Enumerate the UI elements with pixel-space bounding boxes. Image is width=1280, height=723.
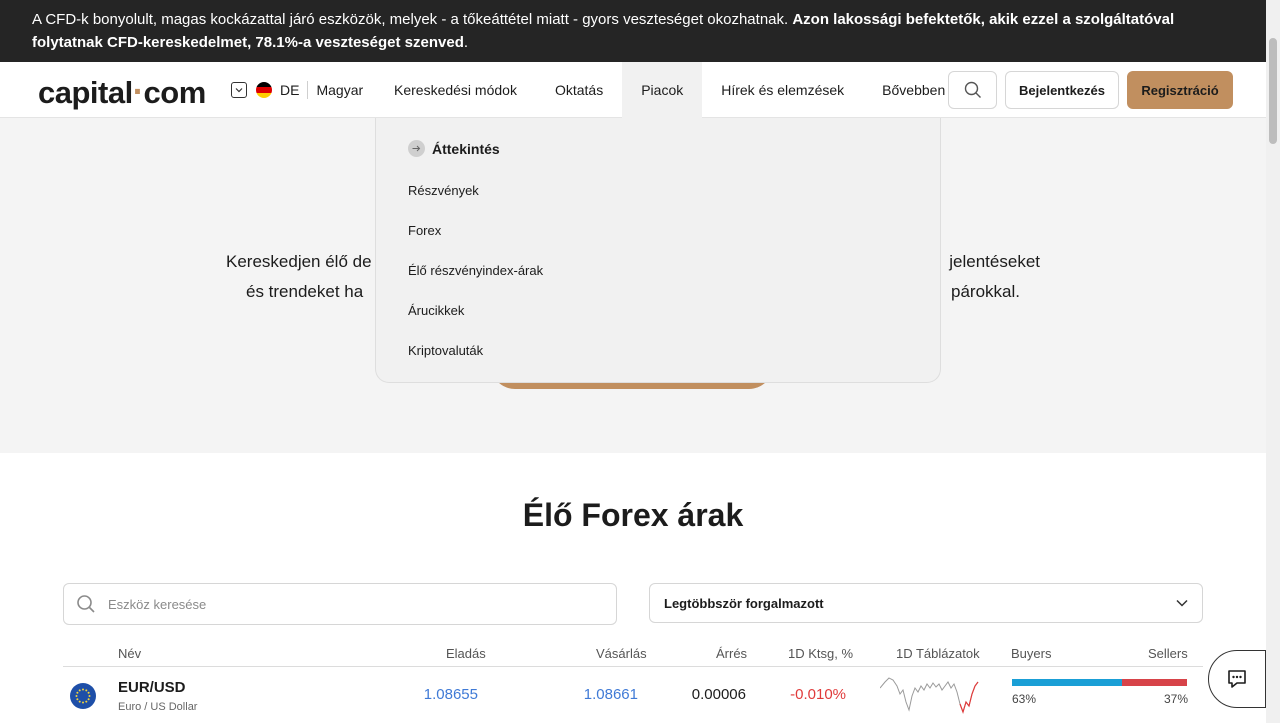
col-header-sellers: Sellers bbox=[1148, 646, 1188, 661]
sell-price[interactable]: 1.08655 bbox=[358, 686, 478, 703]
change-value: -0.010% bbox=[790, 686, 846, 703]
forex-section-title: Élő Forex árak bbox=[522, 497, 744, 533]
col-header-buy: Vásárlás bbox=[596, 646, 647, 661]
nav-news-analysis[interactable]: Hírek és elemzések bbox=[702, 62, 863, 118]
buy-price[interactable]: 1.08661 bbox=[518, 686, 638, 703]
chevron-down-icon bbox=[1176, 599, 1188, 607]
page-scrollbar[interactable] bbox=[1266, 0, 1280, 723]
header-search-button[interactable] bbox=[948, 71, 997, 109]
capital-logo[interactable]: capital·com bbox=[38, 73, 206, 112]
germany-flag-icon bbox=[256, 82, 272, 98]
language-code: DE bbox=[280, 82, 300, 98]
dropdown-item-commodities[interactable]: Árucikkek bbox=[408, 303, 464, 318]
sparkline-chart bbox=[880, 677, 979, 714]
language-separator bbox=[307, 81, 309, 99]
dropdown-item-forex[interactable]: Forex bbox=[408, 223, 441, 238]
hero-line-2-right: párokkal. bbox=[951, 282, 1020, 301]
risk-warning-text: A CFD-k bonyolult, magas kockázattal jár… bbox=[32, 11, 793, 28]
asset-search-box[interactable] bbox=[63, 583, 617, 625]
sparkline-line bbox=[880, 677, 979, 714]
language-selector[interactable]: DE Magyar bbox=[231, 80, 363, 100]
search-icon bbox=[964, 81, 981, 98]
chat-icon bbox=[1228, 670, 1246, 688]
col-header-chart: 1D Táblázatok bbox=[896, 646, 980, 661]
nav-trading-modes[interactable]: Kereskedési módok bbox=[375, 62, 536, 118]
buyers-percent: 63% bbox=[1012, 692, 1037, 706]
arrow-right-icon bbox=[408, 140, 425, 157]
nav-markets[interactable]: Piacok bbox=[622, 62, 703, 118]
risk-warning-banner: A CFD-k bonyolult, magas kockázattal jár… bbox=[0, 0, 1266, 62]
chevron-down-icon bbox=[231, 82, 247, 98]
scrollbar-thumb[interactable] bbox=[1269, 38, 1277, 144]
site-header: capital·com DE Magyar Kereskedési módok … bbox=[0, 62, 1266, 118]
asset-search-input[interactable] bbox=[108, 596, 588, 612]
col-header-spread: Árrés bbox=[716, 646, 748, 661]
main-nav: Kereskedési módok Oktatás Piacok Hírek é… bbox=[375, 62, 964, 118]
logo-dot: · bbox=[132, 73, 144, 111]
dropdown-overview-label: Áttekintés bbox=[432, 140, 500, 157]
sort-select-value: Legtöbbször forgalmazott bbox=[664, 595, 824, 611]
nav-education[interactable]: Oktatás bbox=[536, 62, 622, 118]
markets-dropdown: Áttekintés Részvények Forex Élő részvény… bbox=[375, 118, 941, 383]
sentiment-bar bbox=[1012, 679, 1187, 686]
dropdown-item-shares[interactable]: Részvények bbox=[408, 183, 479, 198]
logo-right: com bbox=[143, 75, 207, 110]
login-button[interactable]: Bejelentkezés bbox=[1005, 71, 1119, 109]
sellers-percent: 37% bbox=[1164, 692, 1189, 706]
hero-line-1-right: jelentéseket bbox=[949, 252, 1040, 271]
sellers-bar bbox=[1122, 679, 1187, 686]
col-header-change: 1D Ktsg, % bbox=[788, 646, 854, 661]
col-header-buyers: Buyers bbox=[1011, 646, 1052, 661]
logo-left: capital bbox=[38, 75, 133, 110]
search-icon bbox=[77, 595, 95, 613]
hero-line-1-left: Kereskedjen élő de bbox=[226, 252, 372, 271]
dropdown-item-indices[interactable]: Élő részvényindex-árak bbox=[408, 263, 543, 278]
sparkline-recent bbox=[959, 681, 979, 714]
dropdown-overview[interactable]: Áttekintés bbox=[408, 140, 500, 157]
buyers-bar bbox=[1012, 679, 1123, 686]
sort-select[interactable]: Legtöbbször forgalmazott bbox=[649, 583, 1203, 623]
language-name: Magyar bbox=[316, 82, 364, 98]
col-header-name: Név bbox=[118, 646, 142, 661]
table-divider bbox=[63, 666, 1203, 667]
chat-button[interactable] bbox=[1208, 650, 1266, 708]
instrument-full-name: Euro / US Dollar bbox=[118, 701, 198, 713]
hero-line-2-left: és trendeket ha bbox=[246, 282, 364, 301]
risk-warning-end: . bbox=[463, 34, 469, 51]
dropdown-item-crypto[interactable]: Kriptovaluták bbox=[408, 343, 483, 358]
instrument-symbol[interactable]: EUR/USD bbox=[118, 679, 186, 696]
eu-flag-icon bbox=[70, 683, 96, 709]
register-button[interactable]: Regisztráció bbox=[1127, 71, 1233, 109]
col-header-sell: Eladás bbox=[446, 646, 486, 661]
